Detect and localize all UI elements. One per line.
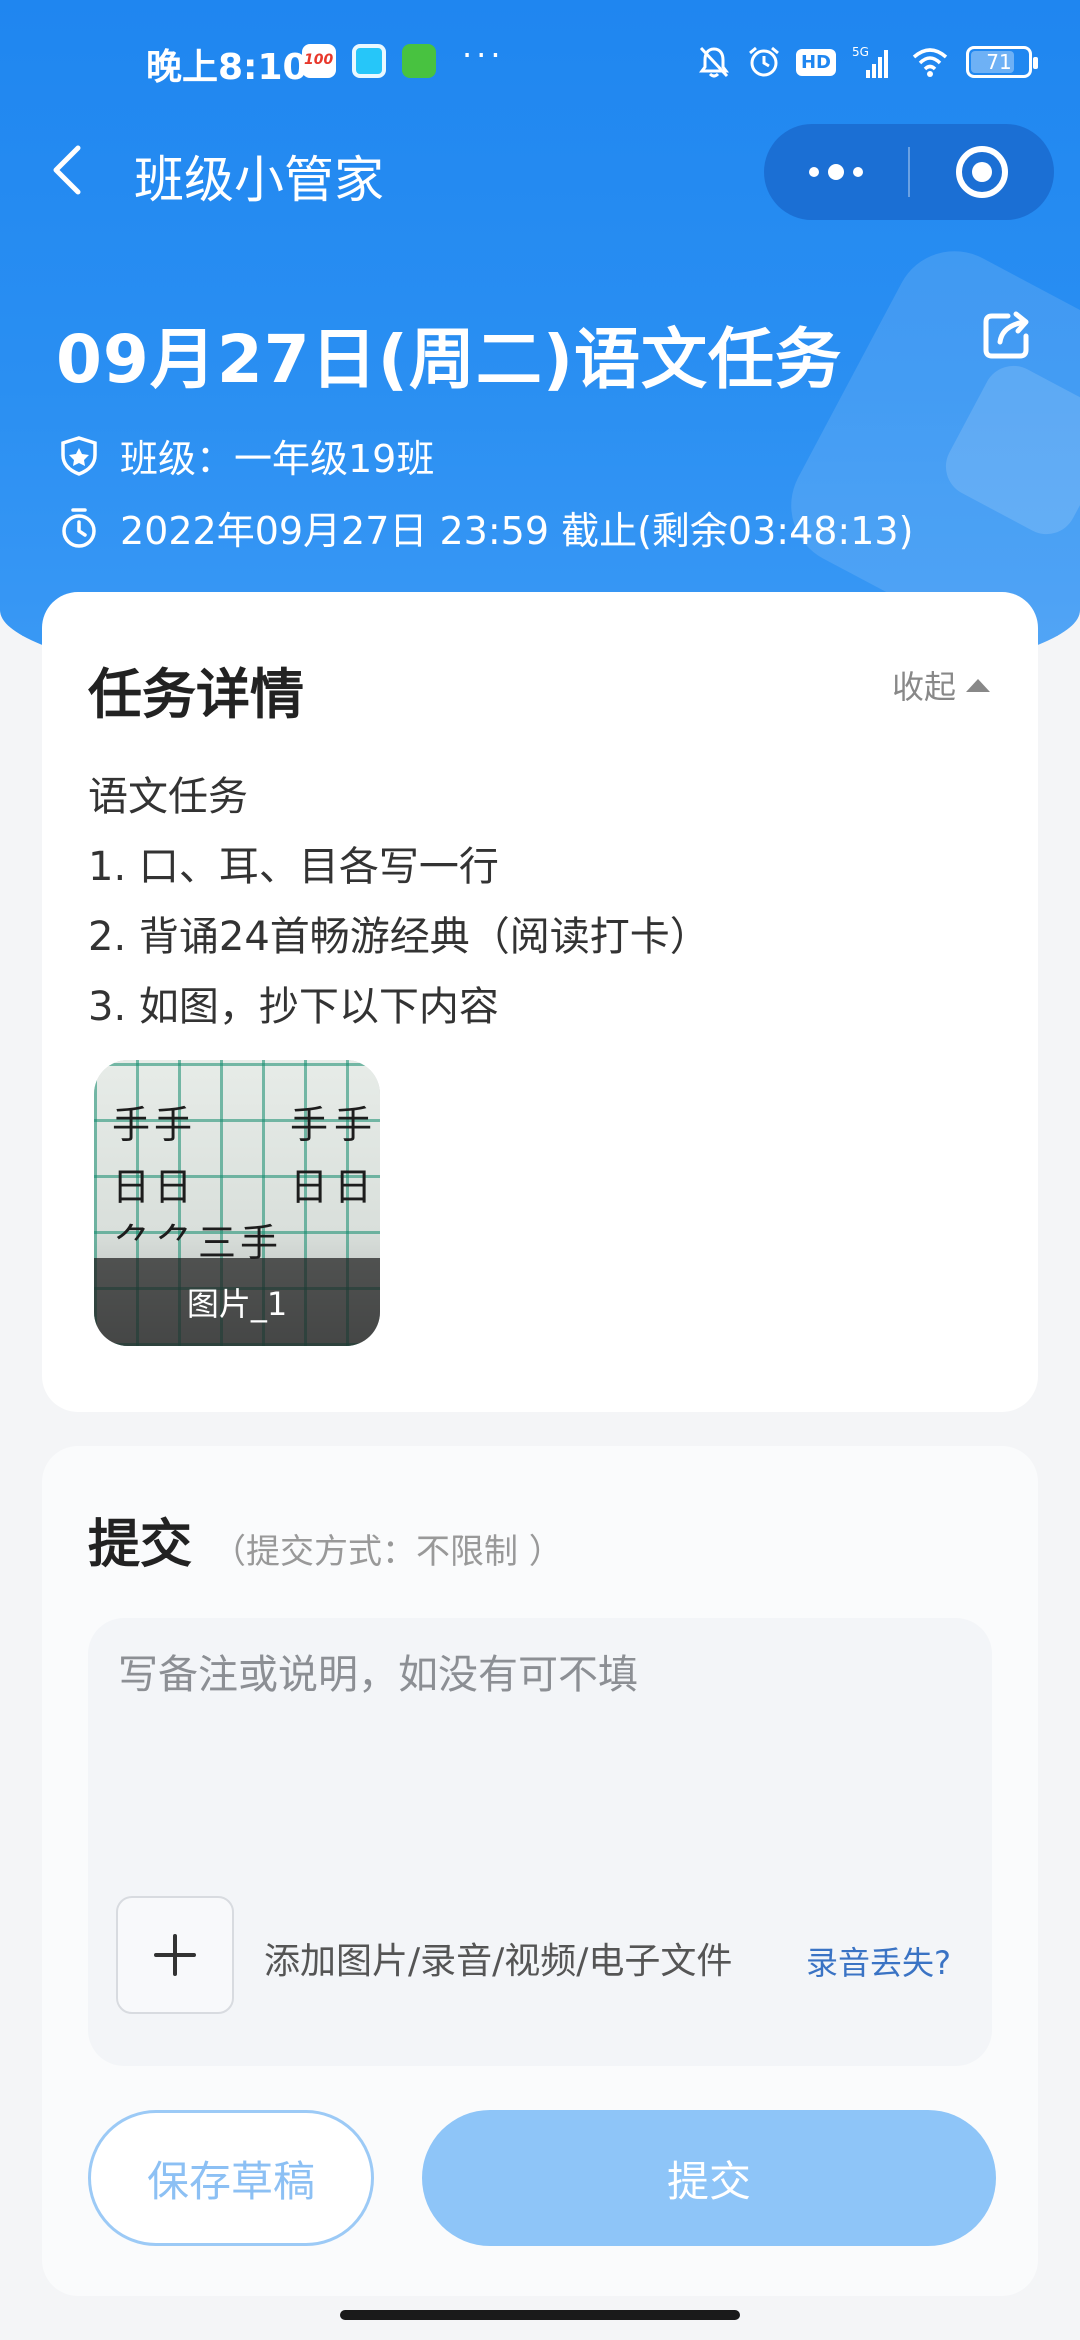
plus-icon [154, 1934, 196, 1976]
task-detail-card: 任务详情 收起 语文任务 1. 口、耳、目各写一行 2. 背诵24首畅游经典（阅… [42, 592, 1038, 1412]
mute-bell-icon [698, 46, 729, 78]
signal-icon: 5G [852, 45, 888, 78]
caret-up-icon [966, 679, 990, 692]
more-dots-icon [809, 164, 863, 180]
app-notification-icon [402, 44, 436, 78]
badge-shield-icon [61, 435, 97, 476]
deadline-info: 2022年09月27日 23:59 截止(剩余03:48:13) [58, 500, 913, 555]
app-notification-icon [302, 44, 336, 78]
status-time: 晚上8:10 [146, 47, 308, 88]
task-description: 语文任务 1. 口、耳、目各写一行 2. 背诵24首畅游经典（阅读打卡） 3. … [88, 762, 710, 1042]
description-line: 3. 如图，抄下以下内容 [88, 984, 499, 1030]
wifi-icon [912, 48, 948, 77]
submit-card: 提交 （提交方式：不限制 ） 添加图片/录音/视频/电子文件 录音丢失? 保存草… [42, 1446, 1038, 2296]
class-label: 班级：一年级19班 [120, 437, 435, 481]
hd-badge: HD [795, 48, 836, 76]
task-title: 09月27日(周二)语文任务 [56, 321, 843, 398]
image-caption: 图片_1 [94, 1258, 380, 1346]
status-icons: HD 5G 71 [696, 40, 1038, 84]
network-type: 5G [852, 45, 869, 59]
app-notification-icon [352, 44, 386, 78]
share-icon[interactable] [978, 308, 1034, 364]
back-arrow-icon[interactable] [44, 140, 94, 200]
collapse-toggle[interactable]: 收起 [892, 662, 992, 708]
battery-level: 71 [986, 50, 1012, 74]
home-indicator[interactable] [340, 2310, 740, 2320]
timer-icon [62, 507, 96, 548]
recording-lost-link[interactable]: 录音丢失? [806, 1938, 951, 1984]
battery-icon: 71 [966, 46, 1038, 78]
detail-heading: 任务详情 [88, 663, 304, 726]
task-image-thumbnail[interactable]: 手 手 手 手 日 日 日 日 ⺈ ⺈ 三 手 图片_1 [94, 1060, 380, 1346]
note-input[interactable] [118, 1642, 958, 1842]
nav-title: 班级小管家 [134, 151, 384, 209]
add-attachment-button[interactable] [116, 1896, 234, 2014]
note-container: 添加图片/录音/视频/电子文件 录音丢失? [88, 1618, 992, 2066]
more-notifications-icon: ··· [462, 36, 505, 74]
description-line: 1. 口、耳、目各写一行 [88, 844, 499, 890]
submit-mode: （提交方式：不限制 ） [212, 1532, 563, 1572]
submit-button[interactable]: 提交 [422, 2110, 996, 2246]
submit-heading: 提交 [88, 1515, 193, 1575]
close-miniprogram-button[interactable] [910, 124, 1054, 220]
class-info: 班级：一年级19班 [58, 428, 434, 483]
add-attachment-label: 添加图片/录音/视频/电子文件 [264, 1941, 733, 1982]
more-menu-button[interactable] [764, 124, 908, 220]
deadline-text: 2022年09月27日 23:59 截止(剩余03:48:13) [120, 509, 914, 553]
status-bar: 晚上8:10 ··· HD 5G 71 [0, 0, 1080, 128]
mini-program-capsule [764, 124, 1054, 220]
save-draft-button[interactable]: 保存草稿 [88, 2110, 374, 2246]
alarm-icon [749, 46, 779, 77]
collapse-label: 收起 [891, 668, 956, 706]
description-line: 语文任务 [88, 774, 248, 820]
target-circle-icon [956, 146, 1008, 198]
description-line: 2. 背诵24首畅游经典（阅读打卡） [88, 914, 710, 960]
